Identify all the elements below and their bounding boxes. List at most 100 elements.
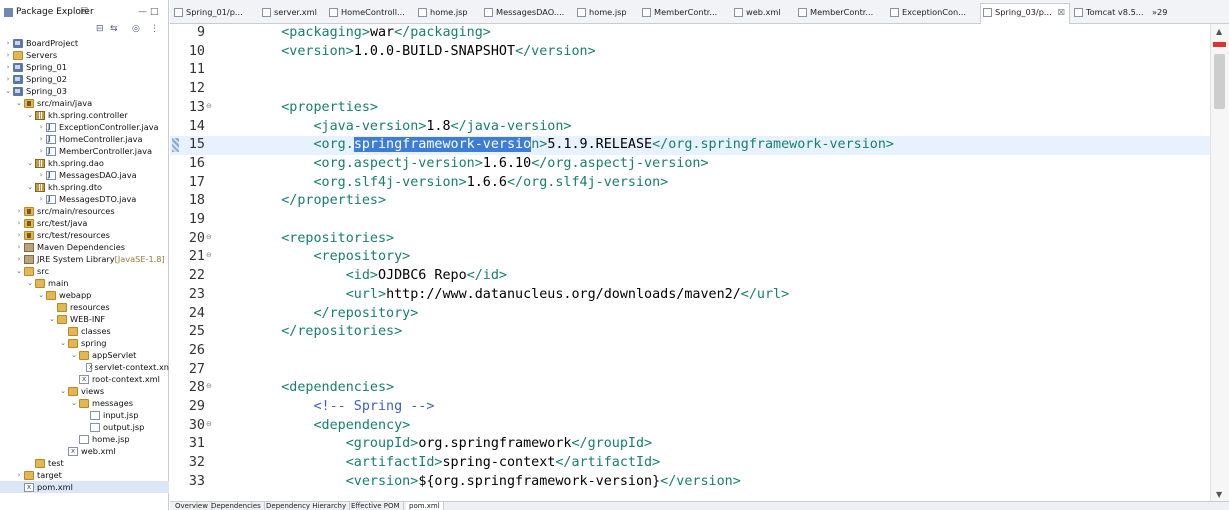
tree-item[interactable]: › Maven Dependencies xyxy=(0,241,169,253)
code-line[interactable]: 9 <packaging>war</packaging> xyxy=(170,24,1210,43)
code-line[interactable]: 30 ⊖ <dependency> xyxy=(170,417,1210,436)
code-line[interactable]: 15 <org.springframework-version>5.1.9.RE… xyxy=(170,136,1210,155)
editor-tab[interactable]: ExceptionCon... xyxy=(888,4,966,21)
code-line[interactable]: 19 xyxy=(170,211,1210,230)
pom-editor-tab[interactable]: pom.xml xyxy=(406,502,444,510)
expand-toggle-icon[interactable]: ⌄ xyxy=(26,157,34,169)
code-line[interactable]: 32 <artifactId>spring-context</artifactI… xyxy=(170,454,1210,473)
scroll-thumb[interactable] xyxy=(1214,54,1225,109)
collapse-all-icon[interactable]: ⊟ xyxy=(96,24,104,34)
expand-toggle-icon[interactable]: › xyxy=(15,469,23,481)
tree-item[interactable]: ⌄ kh.spring.dao xyxy=(0,157,169,169)
maximize-icon[interactable]: □ xyxy=(150,7,159,17)
code-line[interactable]: 26 xyxy=(170,342,1210,361)
expand-toggle-icon[interactable]: ⌄ xyxy=(37,289,45,301)
tree-item[interactable]: › Spring_02 xyxy=(0,73,169,85)
expand-toggle-icon[interactable]: › xyxy=(15,205,23,217)
pom-editor-tab[interactable]: Overview xyxy=(172,502,212,510)
tree-item[interactable]: ⌄ WEB-INF xyxy=(0,313,169,325)
expand-toggle-icon[interactable]: › xyxy=(4,49,12,61)
code-line[interactable]: 24 </repository> xyxy=(170,305,1210,324)
close-view-icon[interactable]: ☒ xyxy=(80,7,88,17)
tree-item[interactable]: › target xyxy=(0,469,169,481)
editor-tab[interactable]: MemberContr... xyxy=(796,4,873,21)
expand-toggle-icon[interactable]: ⌄ xyxy=(26,277,34,289)
expand-toggle-icon[interactable]: ⌄ xyxy=(15,97,23,109)
editor-tab[interactable]: Spring_03/p... ☒ xyxy=(980,3,1071,24)
tree-item[interactable]: output.jsp xyxy=(0,421,169,433)
tree-item[interactable]: › MessagesDTO.java xyxy=(0,193,169,205)
fold-toggle-icon[interactable]: ⊖ xyxy=(206,233,212,241)
tree-item[interactable]: input.jsp xyxy=(0,409,169,421)
code-line[interactable]: 16 <org.aspectj-version>1.6.10</org.aspe… xyxy=(170,155,1210,174)
expand-toggle-icon[interactable]: ⌄ xyxy=(26,109,34,121)
code-line[interactable]: 12 xyxy=(170,80,1210,99)
expand-toggle-icon[interactable]: › xyxy=(15,241,23,253)
pom-editor-tab[interactable]: Dependencies xyxy=(208,502,265,510)
pom-editor-tab[interactable]: Effective POM xyxy=(348,502,404,510)
code-line[interactable]: 31 <groupId>org.springframework</groupId… xyxy=(170,435,1210,454)
code-line[interactable]: 11 xyxy=(170,61,1210,80)
code-line[interactable]: 22 <id>OJDBC6 Repo</id> xyxy=(170,267,1210,286)
fold-toggle-icon[interactable]: ⊖ xyxy=(206,102,212,110)
tree-item[interactable]: home.jsp xyxy=(0,433,169,445)
fold-toggle-icon[interactable]: ⊖ xyxy=(206,251,212,259)
code-line[interactable]: 27 xyxy=(170,361,1210,380)
editor-tab[interactable]: HomeControll... xyxy=(327,4,405,21)
editor-tab[interactable]: home.jsp xyxy=(575,4,627,21)
code-line[interactable]: 10 <version>1.0.0-BUILD-SNAPSHOT</versio… xyxy=(170,43,1210,62)
tree-item[interactable]: ⌄ Spring_03 xyxy=(0,85,169,97)
expand-toggle-icon[interactable]: › xyxy=(37,169,45,181)
code-line[interactable]: 20 ⊖ <repositories> xyxy=(170,230,1210,249)
expand-toggle-icon[interactable]: › xyxy=(37,133,45,145)
link-editor-icon[interactable]: ⇆ xyxy=(110,24,118,34)
tree-item[interactable]: ⌄ kh.spring.dto xyxy=(0,181,169,193)
editor-tab[interactable]: Spring_01/p... xyxy=(172,4,243,21)
tree-item[interactable]: resources xyxy=(0,301,169,313)
tree-item[interactable]: › src/main/resources xyxy=(0,205,169,217)
tree-item[interactable]: classes xyxy=(0,325,169,337)
code-line[interactable]: 33 <version>${org.springframework-versio… xyxy=(170,473,1210,492)
editor-tab[interactable]: MemberContr... xyxy=(640,4,717,21)
vertical-scrollbar[interactable]: ▲ ▼ xyxy=(1210,24,1229,501)
tree-item[interactable]: › Spring_01 xyxy=(0,61,169,73)
tree-item[interactable]: ⌄ webapp xyxy=(0,289,169,301)
tree-item[interactable]: root-context.xml xyxy=(0,373,169,385)
expand-toggle-icon[interactable]: ⌄ xyxy=(48,313,56,325)
tree-item[interactable]: ⌄ appServlet xyxy=(0,349,169,361)
pom-editor-tab[interactable]: Dependency Hierarchy xyxy=(263,502,351,510)
close-tab-icon[interactable]: ☒ xyxy=(1058,7,1065,17)
scroll-up-icon[interactable]: ▲ xyxy=(1216,27,1222,36)
expand-toggle-icon[interactable]: ⌄ xyxy=(70,349,78,361)
tree-item[interactable]: › BoardProject xyxy=(0,37,169,49)
fold-toggle-icon[interactable]: ⊖ xyxy=(206,382,212,390)
focus-icon[interactable]: ◎ xyxy=(132,24,140,34)
tree-item[interactable]: servlet-context.xn xyxy=(0,361,169,373)
editor-tab[interactable]: MessagesDAO.... xyxy=(482,4,564,21)
editor-tab[interactable]: Tomcat v8.5... xyxy=(1072,4,1144,21)
code-line[interactable]: 17 <org.slf4j-version>1.6.6</org.slf4j-v… xyxy=(170,174,1210,193)
code-line[interactable]: 18 </properties> xyxy=(170,192,1210,211)
code-line[interactable]: 25 </repositories> xyxy=(170,323,1210,342)
editor-tab[interactable]: home.jsp xyxy=(416,4,468,21)
tree-item[interactable]: ⌄ src xyxy=(0,265,169,277)
expand-toggle-icon[interactable]: ⌄ xyxy=(4,85,12,97)
code-line[interactable]: 13 ⊖ <properties> xyxy=(170,99,1210,118)
tree-item[interactable]: ⌄ views xyxy=(0,385,169,397)
expand-toggle-icon[interactable]: › xyxy=(4,37,12,49)
code-line[interactable]: 28 ⊖ <dependencies> xyxy=(170,379,1210,398)
tree-item[interactable]: ⌄ messages xyxy=(0,397,169,409)
expand-toggle-icon[interactable]: › xyxy=(37,121,45,133)
editor-tab[interactable]: server.xml xyxy=(260,4,317,21)
tree-item[interactable]: ⌄ spring xyxy=(0,337,169,349)
tree-item[interactable]: ⌄ src/main/java xyxy=(0,97,169,109)
tree-item[interactable]: › HomeController.java xyxy=(0,133,169,145)
code-line[interactable]: 14 <java-version>1.8</java-version> xyxy=(170,118,1210,137)
scroll-down-icon[interactable]: ▼ xyxy=(1216,490,1222,499)
tree-item[interactable]: › ExceptionController.java xyxy=(0,121,169,133)
expand-toggle-icon[interactable]: › xyxy=(15,217,23,229)
editor-tab[interactable]: web.xml xyxy=(732,4,781,21)
expand-toggle-icon[interactable]: ⌄ xyxy=(70,397,78,409)
tree-item[interactable]: ⌄ kh.spring.controller xyxy=(0,109,169,121)
xml-editor[interactable]: 9 <packaging>war</packaging> 10 <version>… xyxy=(170,24,1210,501)
